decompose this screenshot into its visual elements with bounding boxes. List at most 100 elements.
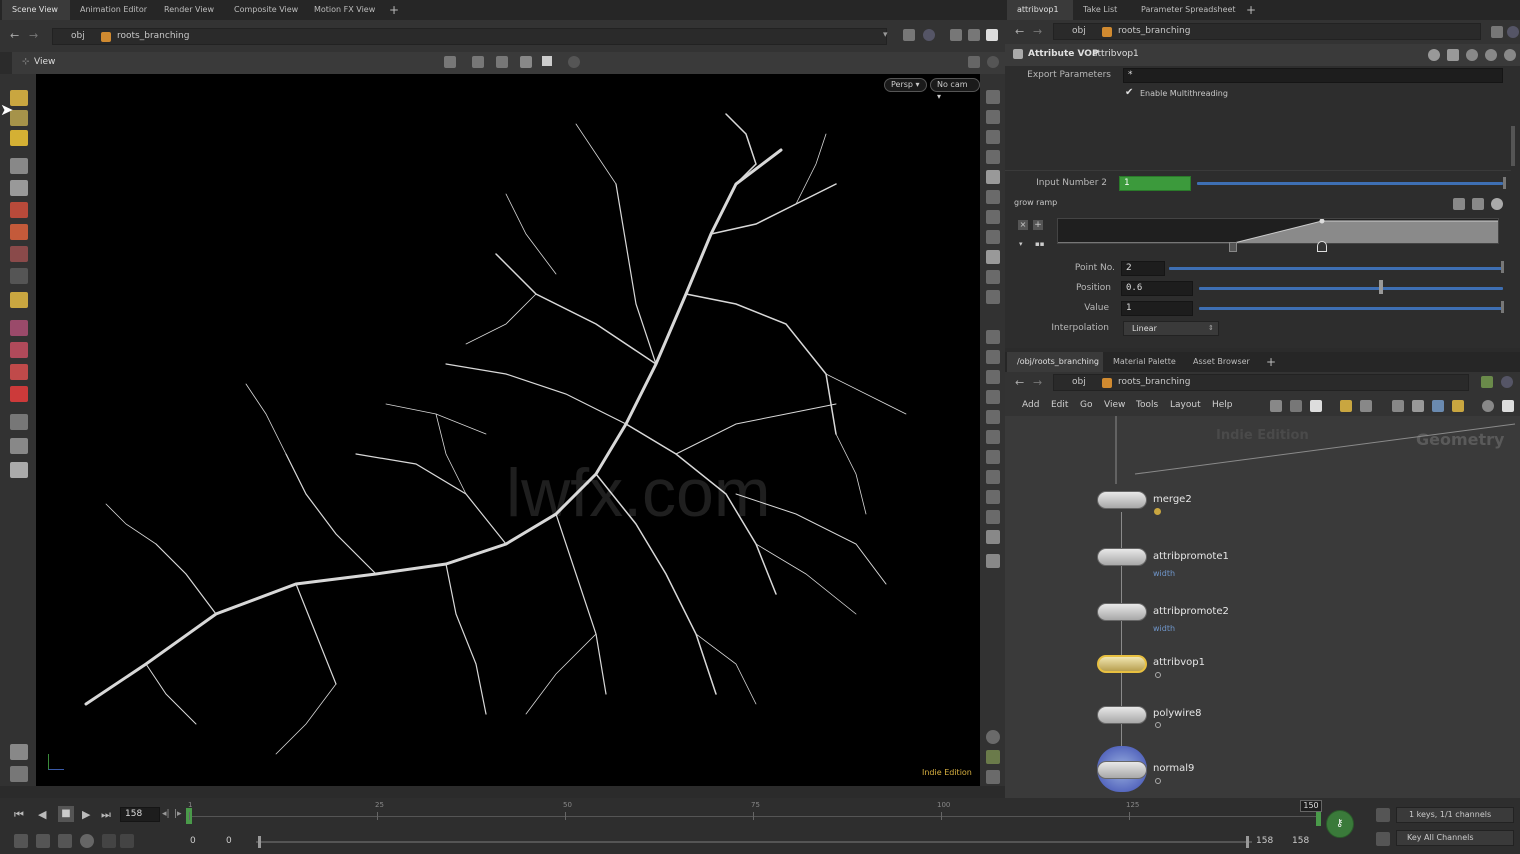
overlay-icon[interactable] — [968, 56, 980, 68]
menu-help[interactable]: Help — [1212, 400, 1233, 410]
tab-asset-browser[interactable]: Asset Browser — [1183, 352, 1261, 372]
tab-obj-roots-branching[interactable]: /obj/roots_branching — [1007, 352, 1103, 372]
layout-grid-icon[interactable] — [986, 750, 1000, 764]
input-number-slider[interactable] — [1197, 182, 1503, 185]
interpolation-dropdown[interactable]: Linear ⇕ — [1123, 321, 1219, 336]
select-icon[interactable] — [472, 56, 484, 68]
multithread-checkbox[interactable]: ✔ — [1125, 88, 1135, 98]
end-frame-marker[interactable]: 150 — [1300, 800, 1322, 812]
light-icon[interactable] — [986, 150, 1000, 164]
collapse-icon[interactable]: ▾ — [1019, 240, 1023, 248]
stop-icon[interactable]: ■ — [58, 806, 74, 822]
path-root[interactable]: obj — [1072, 26, 1086, 36]
window-icon[interactable] — [968, 29, 980, 41]
display-options-icon[interactable] — [986, 90, 1000, 104]
ramp-key-2[interactable] — [1317, 241, 1327, 252]
tab-material-palette[interactable]: Material Palette — [1103, 352, 1181, 372]
point-no-slider[interactable] — [1169, 267, 1503, 270]
menu-layout[interactable]: Layout — [1170, 400, 1201, 410]
menu-go[interactable]: Go — [1080, 400, 1092, 410]
path-node[interactable]: roots_branching — [1118, 26, 1190, 36]
forward-arrow-icon[interactable]: → — [29, 29, 38, 42]
grid-view-icon[interactable] — [1340, 400, 1352, 412]
pin-icon[interactable] — [1481, 376, 1493, 388]
link-icon[interactable] — [1501, 376, 1513, 388]
node-attribvop1[interactable] — [1097, 655, 1147, 673]
point-display-icon[interactable] — [986, 190, 1000, 204]
template-icon[interactable] — [986, 250, 1000, 264]
path-field[interactable]: obj roots_branching ▾ — [52, 28, 888, 45]
current-frame-field[interactable]: 158 — [120, 807, 160, 822]
tab-animation-editor[interactable]: Animation Editor — [70, 0, 154, 20]
search-icon[interactable] — [1482, 400, 1494, 412]
render-tool-icon[interactable] — [10, 462, 28, 478]
screen-icon[interactable] — [986, 770, 1000, 784]
help-icon[interactable] — [987, 56, 999, 68]
location-icon[interactable] — [986, 554, 1000, 568]
network-path-field[interactable]: obj roots_branching — [1053, 374, 1469, 391]
back-arrow-icon[interactable]: ← — [1015, 25, 1024, 38]
back-arrow-icon[interactable]: ← — [10, 29, 19, 42]
table-icon[interactable] — [1360, 400, 1372, 412]
point-no-handle[interactable] — [1501, 261, 1504, 273]
ramp-editor[interactable] — [1057, 218, 1499, 244]
camera-tool-icon[interactable] — [10, 744, 28, 760]
move-tool-icon[interactable] — [10, 202, 28, 218]
menu-add[interactable]: Add — [1022, 400, 1039, 410]
ramp-preset-icon[interactable] — [1453, 198, 1465, 210]
scale-view-icon[interactable] — [986, 450, 1000, 464]
ramp-key-1[interactable] — [1229, 242, 1237, 252]
keys-channels-dropdown[interactable]: 1 keys, 1/1 channels — [1396, 807, 1514, 823]
range-start-field-2[interactable]: 0 — [226, 836, 232, 846]
orbit-tool-icon[interactable] — [10, 414, 28, 430]
text-icon[interactable] — [986, 510, 1000, 524]
pose-tool-icon[interactable] — [10, 292, 28, 308]
input-number-handle[interactable] — [1503, 177, 1506, 189]
scope-icon[interactable] — [1376, 832, 1390, 846]
tab-attribvop1[interactable]: attribvop1 — [1007, 0, 1073, 20]
path-root[interactable]: obj — [71, 31, 85, 41]
range-end-field-2[interactable]: 158 — [1292, 836, 1309, 846]
info-icon[interactable] — [986, 730, 1000, 744]
forward-arrow-icon[interactable]: → — [1033, 25, 1042, 38]
magnet-tool-icon[interactable] — [10, 364, 28, 380]
scale-tool-icon[interactable] — [10, 246, 28, 262]
node-normal9[interactable] — [1097, 761, 1147, 779]
add-point-icon[interactable]: + — [1033, 220, 1043, 230]
edit-icon[interactable] — [986, 350, 1000, 364]
help-h-icon[interactable] — [1447, 49, 1459, 61]
shading-icon[interactable] — [520, 56, 532, 68]
key-all-channels-dropdown[interactable]: Key All Channels — [1396, 830, 1514, 846]
range-end-handle[interactable] — [1246, 836, 1249, 848]
paint-tool-icon[interactable] — [10, 130, 28, 146]
snap-tool-icon[interactable] — [10, 342, 28, 358]
menu-edit[interactable]: Edit — [1051, 400, 1068, 410]
viewport[interactable]: Persp ▾ No cam ▾ lwfx.com Indie Edition — [36, 74, 980, 786]
view-menu-icon[interactable]: ⊹ — [22, 57, 30, 67]
input-number-field[interactable]: 1 — [1119, 176, 1191, 191]
camera-menu[interactable]: No cam ▾ — [930, 78, 980, 101]
grid-icon[interactable] — [986, 370, 1000, 384]
prev-key-icon[interactable]: ◂| — [162, 809, 170, 819]
menu-tools[interactable]: Tools — [1136, 400, 1158, 410]
vertex-display-icon[interactable] — [986, 230, 1000, 244]
capture-icon[interactable] — [986, 530, 1000, 544]
range-start-field[interactable]: 0 — [190, 836, 196, 846]
path-node[interactable]: roots_branching — [117, 31, 189, 41]
help-icon[interactable] — [1504, 49, 1516, 61]
link-icon[interactable] — [1507, 26, 1519, 38]
chevron-down-icon[interactable]: ▾ — [883, 30, 888, 40]
ramp-reset-icon[interactable] — [1472, 198, 1484, 210]
keyframe-icon[interactable]: ▪▪ — [1035, 240, 1045, 248]
param-path-field[interactable]: obj roots_branching — [1053, 23, 1481, 40]
wrench-icon[interactable] — [1270, 400, 1282, 412]
frame-icon[interactable] — [986, 430, 1000, 444]
persp-menu[interactable]: Persp ▾ — [884, 78, 927, 92]
gear-icon[interactable] — [1428, 49, 1440, 61]
rotate-view-icon[interactable] — [986, 470, 1000, 484]
range-end-icon[interactable] — [120, 834, 134, 848]
value-field[interactable]: 1 — [1121, 301, 1193, 316]
ramp-gear-icon[interactable] — [1491, 198, 1503, 210]
transform-icon[interactable] — [496, 56, 508, 68]
add-tab-icon[interactable]: + — [389, 3, 399, 17]
